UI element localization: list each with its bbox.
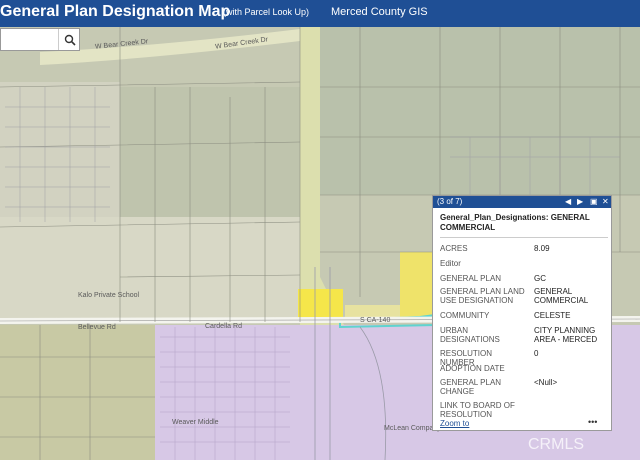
app-title: General Plan Designation Map: [0, 3, 231, 20]
popup-title: General_Plan_Designations: GENERAL COMME…: [440, 213, 590, 232]
urban-zone: [0, 217, 300, 322]
place-label: Weaver Middle: [172, 419, 219, 426]
field-key: COMMUNITY: [440, 311, 490, 320]
field-value: GC: [534, 274, 546, 283]
field-key: ACRES: [440, 244, 468, 253]
dock-icon[interactable]: ▣: [590, 197, 598, 206]
urban-zone: [0, 82, 120, 227]
search-button[interactable]: [58, 29, 81, 50]
search-icon: [64, 34, 76, 46]
field-value: GENERAL COMMERCIAL: [534, 287, 589, 305]
commercial-parcel: [400, 252, 435, 322]
popup-counter: (3 of 7): [437, 197, 463, 206]
watermark: CRMLS: [528, 436, 585, 453]
search-input[interactable]: [1, 29, 57, 50]
feature-popup: (3 of 7) ◀ ▶ ▣ ✕ General_Plan_Designatio…: [432, 195, 612, 431]
field-key: URBAN DESIGNATIONS: [440, 326, 500, 344]
close-icon[interactable]: ✕: [602, 197, 609, 206]
field-key: LINK TO BOARD OF RESOLUTION: [440, 401, 515, 419]
road-label: Cardella Rd: [205, 323, 242, 330]
field-key: ADOPTION DATE: [440, 364, 505, 373]
place-label: Kalo Private School: [78, 292, 140, 299]
road-label: Bellevue Rd: [78, 324, 116, 331]
field-value: 0: [534, 349, 539, 358]
app-subtitle: (with Parcel Look Up): [223, 7, 310, 17]
field-value: 8.09: [534, 244, 550, 253]
popup-header: (3 of 7) ◀ ▶ ▣ ✕: [433, 196, 611, 208]
field-value: CITY PLANNING AREA - MERCED: [534, 326, 598, 344]
field-key: GENERAL PLAN: [440, 274, 502, 283]
road-label: S CA-140: [360, 317, 391, 324]
org-name: Merced County GIS: [331, 6, 428, 18]
field-value: <Null>: [534, 378, 558, 387]
field-key: Editor: [440, 259, 461, 268]
search-box: [0, 28, 80, 51]
field-key: GENERAL PLAN CHANGE: [440, 378, 502, 396]
field-value: CELESTE: [534, 311, 571, 320]
next-feature-icon[interactable]: ▶: [577, 197, 583, 206]
agriculture-zone: [0, 325, 155, 460]
app-header: General Plan Designation Map (with Parce…: [0, 0, 640, 27]
more-actions-button[interactable]: •••: [588, 417, 597, 427]
zoom-to-link[interactable]: Zoom to: [440, 419, 469, 428]
previous-feature-icon[interactable]: ◀: [565, 197, 571, 206]
field-key: GENERAL PLAN LAND USE DESIGNATION: [440, 287, 525, 305]
popup-divider: [440, 237, 608, 238]
